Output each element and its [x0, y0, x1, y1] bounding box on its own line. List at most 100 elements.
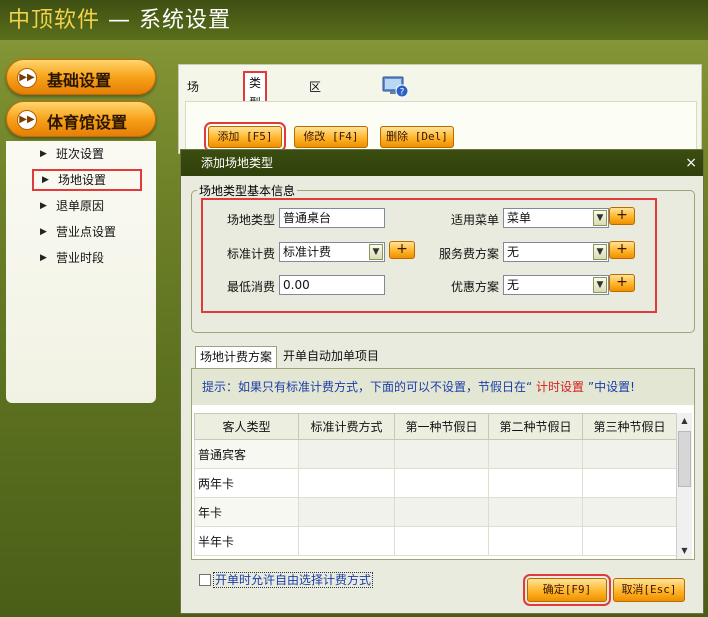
guest-type-cell[interactable]: 两年卡	[194, 468, 299, 498]
left-nav: ▶▶ 基础设置 ▶▶ 体育馆设置 ▶ 班次设置 ▶ 场地设置 ▶ 退单原因 ▶ …	[6, 57, 158, 403]
table-cell[interactable]	[582, 526, 677, 556]
content-panel: 场地设置 类型设置 区域设置 ? 添加 [F5] 修改 [F4] 删除 [Del…	[178, 64, 702, 166]
chevron-down-icon[interactable]: ▼	[593, 277, 607, 293]
nav-gym-label: 体育馆设置	[47, 113, 128, 132]
guest-type-cell[interactable]: 普通宾客	[194, 439, 299, 469]
billing-table: 客人类型 标准计费方式 第一种节假日 第二种节假日 第三种节假日 普通宾客 两年…	[194, 413, 677, 556]
venue-type-input[interactable]: 普通桌台	[279, 208, 385, 228]
billing-select[interactable]: 标准计费 ▼	[279, 242, 385, 262]
app-name: 中顶软件	[8, 8, 101, 33]
tab-auto-add-items[interactable]: 开单自动加单项目	[279, 346, 383, 368]
svg-text:?: ?	[400, 88, 405, 98]
arrow-circle-icon: ▶▶	[17, 110, 37, 130]
tab-area[interactable]: 区域设置	[305, 75, 325, 166]
ok-button[interactable]: 确定[F9]	[523, 574, 611, 606]
table-row[interactable]: 两年卡	[194, 468, 677, 498]
network-help-icon[interactable]: ?	[381, 75, 409, 99]
tab-venue[interactable]: 场地设置	[183, 75, 203, 166]
table-cell[interactable]	[582, 497, 677, 527]
table-row[interactable]: 年卡	[194, 497, 677, 527]
group-title: 场地类型基本信息	[197, 182, 298, 199]
table-cell[interactable]	[298, 497, 395, 527]
chevron-down-icon[interactable]: ▼	[593, 244, 607, 260]
add-button[interactable]: 添加 [F5]	[204, 122, 286, 152]
table-cell[interactable]	[488, 526, 583, 556]
table-cell[interactable]	[488, 497, 583, 527]
add-discount-button[interactable]: +	[609, 274, 635, 292]
add-venue-type-dialog: 添加场地类型 × 场地类型基本信息 场地类型 普通桌台 适用菜单 菜单 ▼ + …	[180, 149, 704, 614]
column-header[interactable]: 标准计费方式	[298, 413, 395, 440]
cancel-button[interactable]: 取消[Esc]	[613, 578, 685, 602]
billing-label: 标准计费	[227, 247, 276, 261]
nav-basic-label: 基础设置	[47, 71, 112, 90]
sidebar-item-business-hours[interactable]: ▶ 营业时段	[32, 247, 142, 269]
fields-area: 场地类型 普通桌台 适用菜单 菜单 ▼ + 标准计费 标准计费 ▼ + 服务费方…	[201, 198, 657, 313]
table-row[interactable]: 半年卡	[194, 526, 677, 556]
dialog-title: 添加场地类型 ×	[181, 150, 703, 176]
discount-label: 优惠方案	[451, 280, 500, 294]
vertical-scrollbar[interactable]: ▲ ▼	[676, 413, 692, 559]
table-row[interactable]: 普通宾客	[194, 439, 677, 469]
tab-content: 添加 [F5] 修改 [F4] 删除 [Del]	[185, 101, 697, 152]
sidebar-item-refund-reason[interactable]: ▶ 退单原因	[32, 195, 142, 217]
min-spend-label: 最低消费	[227, 280, 276, 294]
free-billing-checkbox[interactable]	[199, 574, 211, 586]
nav-sub-list: ▶ 班次设置 ▶ 场地设置 ▶ 退单原因 ▶ 营业点设置 ▶ 营业时段	[6, 141, 156, 403]
tab-type[interactable]: 类型设置	[243, 71, 268, 150]
free-billing-label[interactable]: 开单时允许自由选择计费方式	[213, 572, 374, 588]
add-service-fee-button[interactable]: +	[609, 241, 635, 259]
table-cell[interactable]	[298, 439, 395, 469]
billing-grid-panel: 提示：如果只有标准计费方式，下面的可以不设置，节假日在“ 计时设置 ”中设置! …	[191, 368, 695, 560]
app-subtitle: — 系统设置	[100, 8, 232, 33]
sidebar-item-business-point[interactable]: ▶ 营业点设置	[32, 221, 142, 243]
menu-select[interactable]: 菜单 ▼	[503, 208, 609, 228]
triangle-right-icon: ▶	[40, 149, 47, 159]
column-header[interactable]: 第一种节假日	[394, 413, 489, 440]
guest-type-cell[interactable]: 半年卡	[194, 526, 299, 556]
service-fee-select[interactable]: 无 ▼	[503, 242, 609, 262]
tab-billing-plan[interactable]: 场地计费方案	[195, 346, 278, 368]
arrow-circle-icon: ▶▶	[17, 68, 37, 88]
type-label: 场地类型	[227, 213, 276, 227]
table-cell[interactable]	[394, 497, 489, 527]
table-cell[interactable]	[582, 439, 677, 469]
discount-select[interactable]: 无 ▼	[503, 275, 609, 295]
timing-settings-link[interactable]: 计时设置	[536, 380, 584, 394]
table-cell[interactable]	[298, 468, 395, 498]
scroll-down-icon[interactable]: ▼	[677, 543, 692, 559]
nav-basic-settings[interactable]: ▶▶ 基础设置	[6, 59, 156, 95]
delete-button[interactable]: 删除 [Del]	[380, 126, 454, 148]
sidebar-item-shift[interactable]: ▶ 班次设置	[32, 143, 142, 165]
table-cell[interactable]	[394, 526, 489, 556]
table-cell[interactable]	[488, 439, 583, 469]
edit-button[interactable]: 修改 [F4]	[294, 126, 368, 148]
column-header[interactable]: 客人类型	[194, 413, 299, 440]
chevron-down-icon[interactable]: ▼	[369, 244, 383, 260]
service-fee-label: 服务费方案	[439, 247, 500, 261]
sub-tabs: 场地计费方案 开单自动加单项目	[191, 346, 695, 370]
chevron-down-icon[interactable]: ▼	[593, 210, 607, 226]
table-header-row: 客人类型 标准计费方式 第一种节假日 第二种节假日 第三种节假日	[194, 413, 677, 440]
app-title: 中顶软件 — 系统设置	[8, 2, 231, 34]
table-cell[interactable]	[394, 468, 489, 498]
triangle-right-icon: ▶	[40, 253, 47, 263]
hint-text: 提示：如果只有标准计费方式，下面的可以不设置，节假日在“ 计时设置 ”中设置!	[192, 369, 694, 405]
table-cell[interactable]	[488, 468, 583, 498]
sidebar-item-venue[interactable]: ▶ 场地设置	[32, 169, 142, 191]
table-cell[interactable]	[298, 526, 395, 556]
column-header[interactable]: 第二种节假日	[488, 413, 583, 440]
menu-label: 适用菜单	[451, 213, 500, 227]
close-icon[interactable]: ×	[685, 150, 697, 176]
column-header[interactable]: 第三种节假日	[582, 413, 677, 440]
scroll-up-icon[interactable]: ▲	[677, 413, 692, 429]
free-billing-checkbox-row[interactable]: 开单时允许自由选择计费方式	[199, 572, 374, 588]
nav-gym-settings[interactable]: ▶▶ 体育馆设置	[6, 101, 156, 137]
table-cell[interactable]	[582, 468, 677, 498]
add-billing-button[interactable]: +	[389, 241, 415, 259]
scroll-thumb[interactable]	[678, 431, 691, 487]
triangle-right-icon: ▶	[40, 201, 47, 211]
min-spend-input[interactable]: 0.00	[279, 275, 385, 295]
add-menu-button[interactable]: +	[609, 207, 635, 225]
table-cell[interactable]	[394, 439, 489, 469]
guest-type-cell[interactable]: 年卡	[194, 497, 299, 527]
